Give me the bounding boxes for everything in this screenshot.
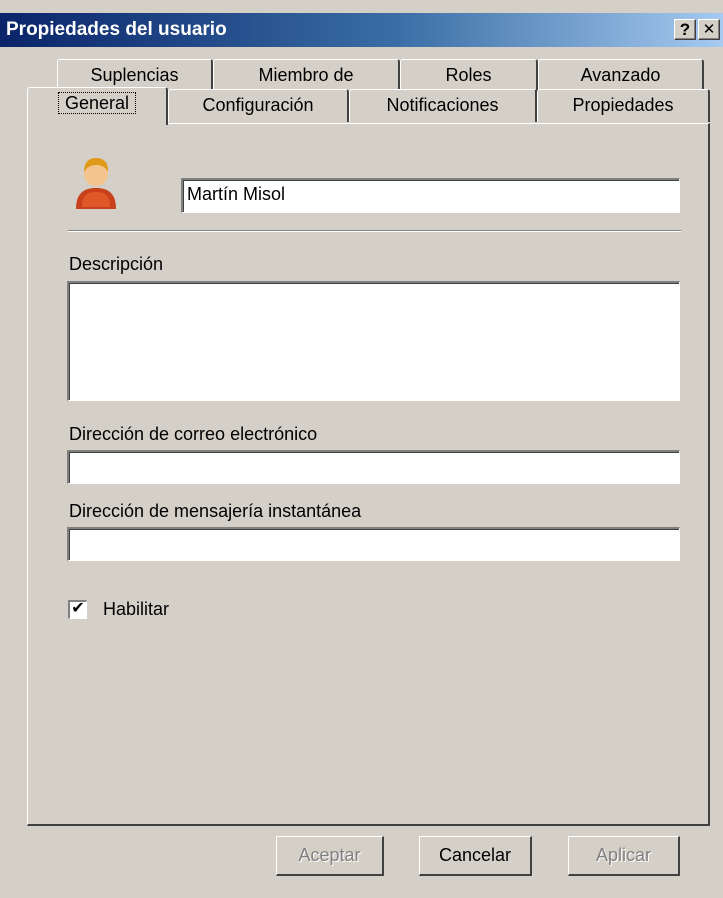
tab-general-label: General <box>57 92 137 114</box>
title-bar[interactable]: Propiedades del usuario ? ✕ <box>0 13 723 47</box>
separator <box>68 230 681 232</box>
tab-roles[interactable]: Roles <box>400 59 538 92</box>
tab-notificaciones[interactable]: Notificaciones <box>349 89 537 122</box>
description-label: Descripción <box>69 254 164 274</box>
ok-button[interactable]: Aceptar <box>276 836 384 876</box>
tab-general[interactable]: General <box>27 87 168 125</box>
enable-checkbox[interactable]: ✔ <box>68 600 87 619</box>
apply-button[interactable]: Aplicar <box>568 836 680 876</box>
close-button[interactable]: ✕ <box>698 19 720 40</box>
window-title: Propiedades del usuario <box>6 19 227 40</box>
tab-configuracion[interactable]: Configuración <box>168 89 349 122</box>
im-input[interactable] <box>67 527 680 561</box>
email-label: Dirección de correo electrónico <box>69 424 318 444</box>
enable-label[interactable]: Habilitar <box>103 599 169 620</box>
help-button[interactable]: ? <box>674 19 696 40</box>
tab-propiedades[interactable]: Propiedades <box>537 89 710 122</box>
im-label: Dirección de mensajería instantánea <box>69 501 362 521</box>
cancel-button[interactable]: Cancelar <box>419 836 532 876</box>
description-textarea[interactable] <box>67 281 680 401</box>
tab-avanzado[interactable]: Avanzado <box>538 59 704 92</box>
email-input[interactable] <box>67 450 680 484</box>
user-avatar-icon <box>76 158 116 209</box>
user-name-input[interactable]: Martín Misol <box>181 178 680 213</box>
user-properties-dialog: Propiedades del usuario ? ✕ Suplencias M… <box>0 0 723 898</box>
tab-miembro-de[interactable]: Miembro de <box>213 59 400 92</box>
